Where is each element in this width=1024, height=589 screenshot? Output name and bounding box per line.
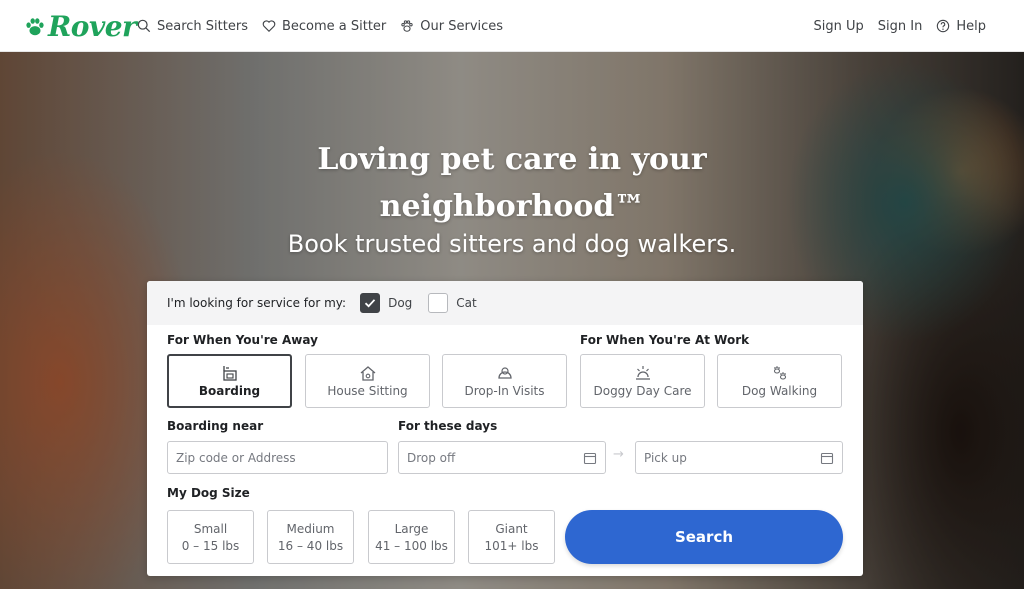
checkmark-icon [364,299,376,308]
primary-nav: Search Sitters Become a Sitter Our Servi… [137,0,503,52]
size-large-range: 41 – 100 lbs [375,538,448,553]
sign-in-link[interactable]: Sign In [878,19,923,34]
size-giant[interactable]: Giant 101+ lbs [468,510,555,564]
search-icon [137,19,151,33]
hero-subtitle: Book trusted sitters and dog walkers. [287,230,737,258]
size-small[interactable]: Small 0 – 15 lbs [167,510,254,564]
service-dog-walking-label: Dog Walking [741,384,818,398]
help-link[interactable]: Help [936,19,986,34]
nav-become-sitter[interactable]: Become a Sitter [262,19,386,34]
work-services-label: For When You're At Work [580,333,750,347]
dog-size-label: My Dog Size [167,486,250,500]
calendar-icon [820,452,834,464]
size-large[interactable]: Large 41 – 100 lbs [368,510,455,564]
pet-type-prompt: I'm looking for service for my: [167,296,347,310]
heart-icon [262,20,276,33]
size-medium-range: 16 – 40 lbs [277,538,344,553]
house-icon [360,366,375,381]
hero-title-line-2: neighborhood™ [379,189,645,224]
location-label: Boarding near [167,419,264,433]
hero-title: Loving pet care in your neighborhood™ [0,136,1024,230]
size-small-name: Small [193,521,228,536]
help-label: Help [956,18,986,34]
nav-our-services-label: Our Services [420,18,504,34]
hero-title-line-1: Loving pet care in your [317,142,707,177]
cat-checkbox[interactable]: Cat [428,293,477,313]
nav-search-sitters-label: Search Sitters [157,18,248,34]
service-drop-in-visits-label: Drop-In Visits [464,384,545,398]
service-doggy-day-care-label: Doggy Day Care [593,384,692,398]
calendar-icon [583,452,597,464]
sun-icon [635,366,650,380]
dog-checkbox-label: Dog [388,296,413,310]
service-house-sitting[interactable]: House Sitting [305,354,430,408]
size-large-name: Large [394,521,429,536]
dog-checkbox-box[interactable] [360,293,381,313]
size-medium[interactable]: Medium 16 – 40 lbs [267,510,354,564]
dates-label: For these days [398,419,498,433]
size-giant-range: 101+ lbs [484,538,539,553]
nav-become-sitter-label: Become a Sitter [281,18,387,34]
pick-up-date-input[interactable]: Pick up [635,441,843,474]
service-boarding-label: Boarding [198,384,261,398]
service-boarding[interactable]: Boarding [167,354,292,408]
size-giant-name: Giant [495,521,528,536]
drop-in-icon [497,367,512,379]
service-drop-in-visits[interactable]: Drop-In Visits [442,354,567,408]
location-placeholder: Zip code or Address [176,450,296,465]
sign-in-label: Sign In [877,18,923,34]
search-form-card: I'm looking for service for my: Dog Cat … [147,281,863,576]
rover-logo[interactable]: Rover [24,10,137,43]
paw-prints-icon [773,366,786,380]
pet-type-bar: I'm looking for service for my: Dog Cat [147,281,863,325]
cat-checkbox-label: Cat [456,296,477,310]
top-navigation-bar: Rover Search Sitters Become a Sitter Our… [0,0,1024,52]
sign-up-label: Sign Up [813,18,864,34]
search-button[interactable]: Search [565,510,843,564]
pick-up-placeholder: Pick up [644,450,687,465]
location-input[interactable]: Zip code or Address [167,441,388,474]
nav-our-services[interactable]: Our Services [400,19,503,34]
help-circle-icon [937,19,950,33]
size-small-range: 0 – 15 lbs [181,538,240,553]
service-dog-walking[interactable]: Dog Walking [717,354,842,408]
size-medium-name: Medium [286,521,335,536]
dog-checkbox[interactable]: Dog [360,293,412,313]
boarding-icon [222,366,237,381]
service-doggy-day-care[interactable]: Doggy Day Care [580,354,705,408]
cat-checkbox-box[interactable] [428,293,449,313]
date-range-arrow: → [613,447,624,462]
account-nav: Sign Up Sign In Help [814,0,986,52]
service-house-sitting-label: House Sitting [327,384,408,398]
drop-off-placeholder: Drop off [407,450,456,465]
away-services-label: For When You're Away [167,333,318,347]
paw-icon [26,17,44,35]
drop-off-date-input[interactable]: Drop off [398,441,606,474]
sign-up-link[interactable]: Sign Up [814,19,864,34]
nav-search-sitters[interactable]: Search Sitters [137,19,248,34]
paw-icon [401,20,413,32]
logo-text: Rover [48,10,137,43]
